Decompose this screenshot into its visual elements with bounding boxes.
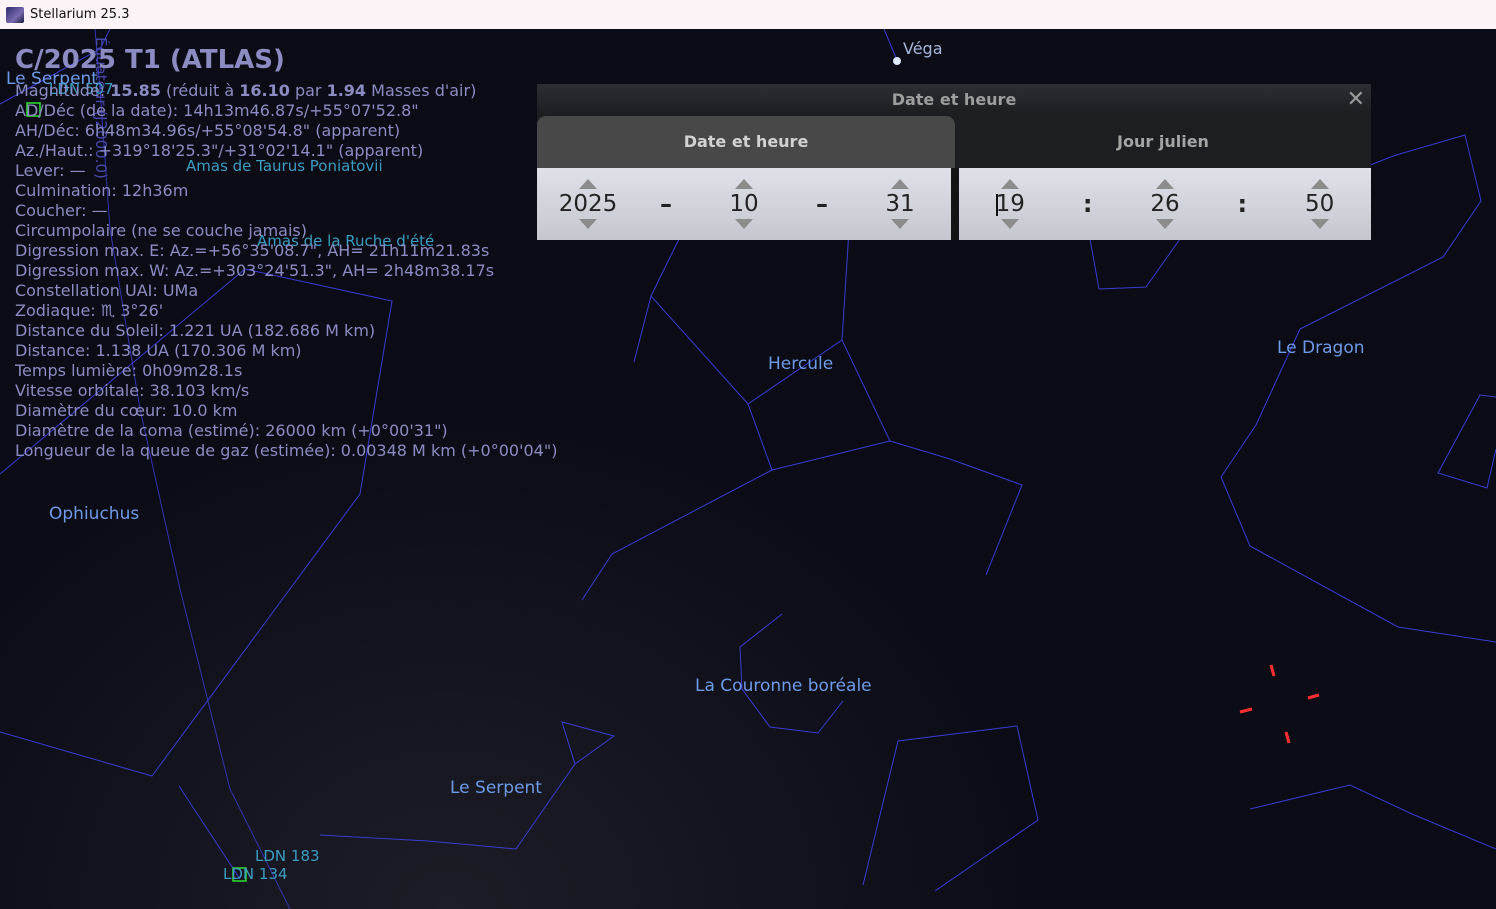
second-spinbox[interactable]: 50	[1290, 179, 1350, 229]
info-magnitude: Magnitude: 15.85 (réduit à 16.10 par 1.9…	[15, 81, 477, 100]
info-line: Vitesse orbitale: 38.103 km/s	[15, 381, 250, 400]
hour-spinbox[interactable]: 19	[980, 179, 1040, 229]
year-up-arrow-icon[interactable]	[579, 179, 597, 189]
day-up-arrow-icon[interactable]	[891, 179, 909, 189]
nebula-label-ldn183: LDN 183	[255, 847, 320, 865]
marker-tick	[1269, 664, 1276, 677]
constellation-label-ophiuchus: Ophiuchus	[49, 504, 140, 524]
info-line: Circumpolaire (ne se couche jamais)	[15, 221, 307, 240]
second-up-arrow-icon[interactable]	[1310, 179, 1329, 189]
year-down-arrow-icon[interactable]	[579, 219, 597, 229]
info-line: Zodiaque: ♏ 3°26'	[15, 301, 164, 320]
dialog-header[interactable]: Date et heure ✕	[537, 84, 1371, 116]
marker-tick	[1284, 731, 1291, 744]
hour-down-arrow-icon[interactable]	[1001, 219, 1020, 229]
time-separator: :	[1237, 190, 1248, 218]
day-down-arrow-icon[interactable]	[891, 219, 909, 229]
constellation-label-serpent: Le Serpent	[450, 778, 542, 798]
constellation-label-dragon: Le Dragon	[1277, 338, 1365, 358]
nebula-label-ldn134: LDN 134	[223, 865, 288, 883]
marker-tick	[1239, 707, 1253, 714]
window-title: Stellarium 25.3	[30, 7, 130, 22]
time-separator: :	[1082, 190, 1093, 218]
month-spinbox[interactable]: 10	[714, 179, 774, 229]
info-line: Distance: 1.138 UA (170.306 M km)	[15, 341, 302, 360]
minute-down-arrow-icon[interactable]	[1155, 219, 1174, 229]
vega-star	[893, 57, 901, 65]
info-line: Coucher: —	[15, 201, 108, 220]
date-separator: –	[660, 190, 672, 218]
minute-spinbox[interactable]: 26	[1135, 179, 1195, 229]
info-line: Lever: —	[15, 161, 86, 180]
info-line: Constellation UAI: UMa	[15, 281, 199, 300]
time-panel: 19 : 26 : 50	[959, 168, 1371, 240]
marker-tick	[1307, 693, 1320, 700]
info-line: Diamètre du cœur: 10.0 km	[15, 401, 238, 420]
tab-date-time[interactable]: Date et heure	[537, 116, 955, 168]
stellarium-app-icon	[6, 6, 24, 23]
info-line: AH/Déc: 6h48m34.96s/+55°08'54.8" (appare…	[15, 121, 401, 140]
object-info-panel: C/2025 T1 (ATLAS) Magnitude: 15.85 (rédu…	[15, 43, 557, 461]
info-line: Culmination: 12h36m	[15, 181, 189, 200]
info-line: Distance du Soleil: 1.221 UA (182.686 M …	[15, 321, 376, 340]
dialog-title: Date et heure	[891, 90, 1017, 109]
star-label-vega: Véga	[903, 39, 943, 58]
month-up-arrow-icon[interactable]	[735, 179, 753, 189]
object-name: C/2025 T1 (ATLAS)	[15, 45, 285, 75]
info-line: Temps lumière: 0h09m28.1s	[15, 361, 243, 380]
tab-julian-day[interactable]: Jour julien	[955, 116, 1371, 168]
info-line: Digression max. W: Az.=+303°24'51.3", AH…	[15, 261, 495, 280]
minute-up-arrow-icon[interactable]	[1155, 179, 1174, 189]
info-line: AD/Déc (de la date): 14h13m46.87s/+55°07…	[15, 101, 419, 120]
second-down-arrow-icon[interactable]	[1310, 219, 1329, 229]
month-down-arrow-icon[interactable]	[735, 219, 753, 229]
constellation-label-hercule: Hercule	[768, 354, 834, 374]
window-titlebar: Stellarium 25.3	[0, 0, 1496, 29]
close-icon[interactable]: ✕	[1347, 84, 1365, 116]
date-separator: –	[816, 190, 828, 218]
day-spinbox[interactable]: 31	[870, 179, 930, 229]
hour-up-arrow-icon[interactable]	[1001, 179, 1020, 189]
constellation-label-couronne: La Couronne boréale	[695, 676, 872, 696]
info-line: Digression max. E: Az.=+56°35'08.7", AH=…	[15, 241, 490, 260]
year-spinbox[interactable]: 2025	[558, 179, 618, 229]
date-panel: 2025 – 10 – 31	[537, 168, 951, 240]
info-line: Diamètre de la coma (estimé): 26000 km (…	[15, 421, 448, 440]
info-line: Longueur de la queue de gaz (estimée): 0…	[15, 441, 558, 460]
info-line: Az./Haut.: +319°18'25.3"/+31°02'14.1" (a…	[15, 141, 424, 160]
date-time-dialog: Date et heure ✕ Date et heure Jour julie…	[537, 84, 1371, 240]
